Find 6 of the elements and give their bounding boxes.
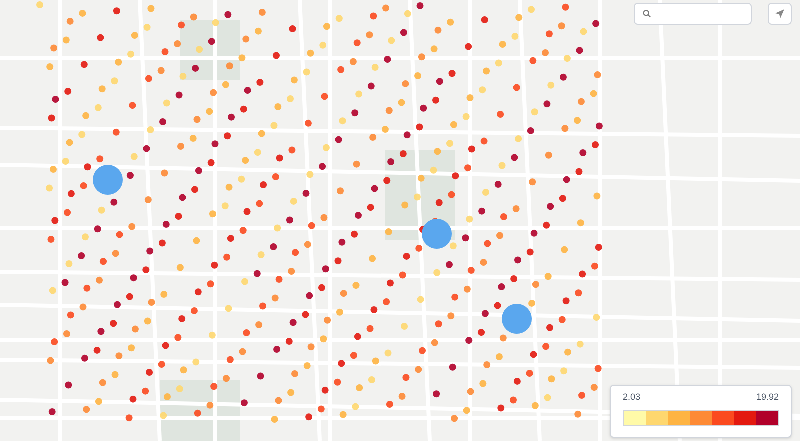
search-icon — [643, 9, 652, 19]
legend-min-label: 2.03 — [623, 391, 641, 404]
navigation-arrow-icon — [775, 9, 785, 19]
locate-button[interactable] — [768, 3, 792, 25]
search-field[interactable] — [634, 3, 752, 25]
legend-max-label: 19.92 — [756, 391, 779, 404]
